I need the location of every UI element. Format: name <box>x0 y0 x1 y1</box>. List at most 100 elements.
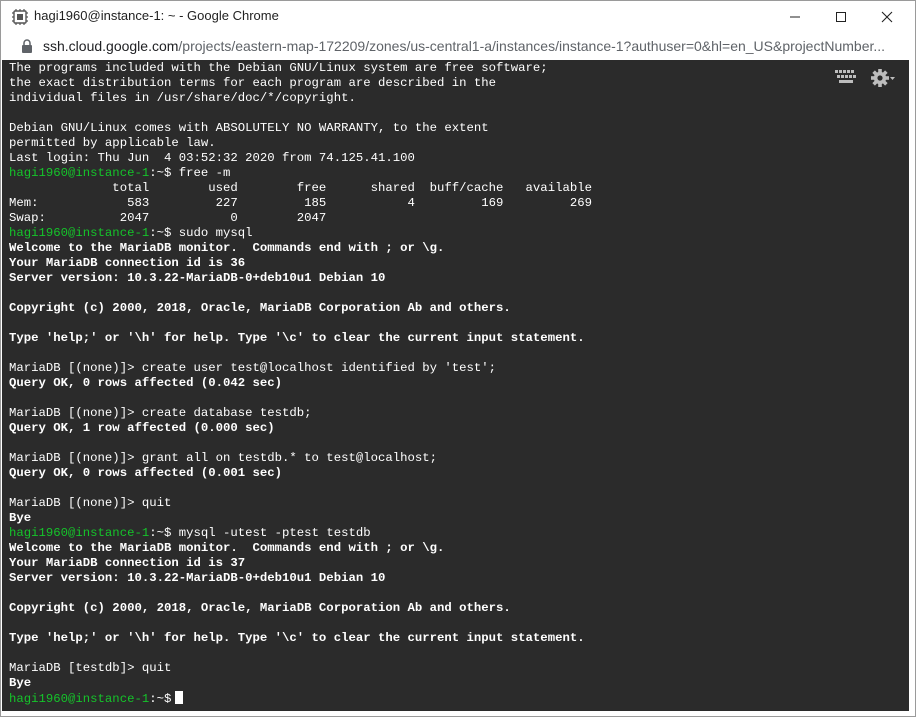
terminal-line-text: the exact distribution terms for each pr… <box>9 76 497 90</box>
terminal-line: hagi1960@instance-1:~$ mysql -utest -pte… <box>9 526 592 541</box>
terminal-line: Type 'help;' or '\h' for help. Type '\c'… <box>9 331 592 346</box>
terminal-line-text: Bye <box>9 511 32 525</box>
maximize-button[interactable] <box>818 1 864 32</box>
terminal-line: Server version: 10.3.22-MariaDB-0+deb10u… <box>9 271 592 286</box>
terminal-line-text: Your MariaDB connection id is 37 <box>9 556 246 570</box>
gear-icon[interactable] <box>871 68 895 88</box>
terminal-line: the exact distribution terms for each pr… <box>9 76 592 91</box>
terminal-line-text: MariaDB [testdb]> quit <box>9 661 172 675</box>
terminal-line: total used free shared buff/cache availa… <box>9 181 592 196</box>
terminal-cursor <box>175 691 184 704</box>
terminal-line-text: Last login: Thu Jun 4 03:52:32 2020 from… <box>9 151 415 165</box>
terminal-line-text: Server version: 10.3.22-MariaDB-0+deb10u… <box>9 571 386 585</box>
terminal-line: Bye <box>9 676 592 691</box>
terminal-line-text: :~$ free -m <box>149 166 231 180</box>
terminal-line: Last login: Thu Jun 4 03:52:32 2020 from… <box>9 151 592 166</box>
terminal-line: Copyright (c) 2000, 2018, Oracle, MariaD… <box>9 301 592 316</box>
terminal-line-text: Type 'help;' or '\h' for help. Type '\c'… <box>9 331 585 345</box>
terminal-line: Your MariaDB connection id is 37 <box>9 556 592 571</box>
terminal-line: Welcome to the MariaDB monitor. Commands… <box>9 241 592 256</box>
ssh-terminal-icon[interactable] <box>12 9 28 25</box>
window-title: hagi1960@instance-1: ~ - Google Chrome <box>34 8 279 23</box>
terminal-line-text: MariaDB [(none)]> create database testdb… <box>9 406 312 420</box>
terminal-line: MariaDB [(none)]> create database testdb… <box>9 406 592 421</box>
url-text[interactable]: ssh.cloud.google.com/projects/eastern-ma… <box>43 38 903 54</box>
terminal-line: MariaDB [(none)]> grant all on testdb.* … <box>9 451 592 466</box>
terminal-line-text: Copyright (c) 2000, 2018, Oracle, MariaD… <box>9 601 511 615</box>
terminal-line-text: :~$ <box>149 692 172 706</box>
terminal-line-text: individual files in /usr/share/doc/*/cop… <box>9 91 356 105</box>
terminal-line-text: :~$ mysql -utest -ptest testdb <box>149 526 371 540</box>
terminal-line-text: Copyright (c) 2000, 2018, Oracle, MariaD… <box>9 301 511 315</box>
terminal-line-text: Query OK, 0 rows affected (0.042 sec) <box>9 376 283 390</box>
lock-icon[interactable] <box>21 39 33 53</box>
terminal-line: permitted by applicable law. <box>9 136 592 151</box>
terminal-line-text: Bye <box>9 676 32 690</box>
shell-prompt: hagi1960@instance-1 <box>9 226 150 240</box>
terminal-line-text: MariaDB [(none)]> create user test@local… <box>9 361 497 375</box>
terminal-line: Mem: 583 227 185 4 169 269 <box>9 196 592 211</box>
close-button[interactable] <box>864 1 910 32</box>
terminal-line-text: Query OK, 0 rows affected (0.001 sec) <box>9 466 283 480</box>
terminal-line: hagi1960@instance-1:~$ free -m <box>9 166 592 181</box>
close-icon <box>881 11 893 22</box>
terminal-line: Swap: 2047 0 2047 <box>9 211 592 226</box>
terminal-line: Welcome to the MariaDB monitor. Commands… <box>9 541 592 556</box>
terminal-output: The programs included with the Debian GN… <box>9 61 592 706</box>
terminal-line-text: Swap: 2047 0 2047 <box>9 211 327 225</box>
terminal-line: Query OK, 1 row affected (0.000 sec) <box>9 421 592 436</box>
terminal-line-text: Query OK, 1 row affected (0.000 sec) <box>9 421 275 435</box>
terminal-line: Your MariaDB connection id is 36 <box>9 256 592 271</box>
url-path: /projects/eastern-map-172209/zones/us-ce… <box>178 38 886 54</box>
terminal-line-text: Your MariaDB connection id is 36 <box>9 256 246 270</box>
terminal-line: Type 'help;' or '\h' for help. Type '\c'… <box>9 631 592 646</box>
terminal-line-text: :~$ sudo mysql <box>149 226 253 240</box>
maximize-icon <box>836 11 846 22</box>
terminal-line-text: total used free shared buff/cache availa… <box>9 181 592 195</box>
address-bar[interactable]: ssh.cloud.google.com/projects/eastern-ma… <box>1 32 915 60</box>
shell-prompt: hagi1960@instance-1 <box>9 692 150 706</box>
terminal-line-text: MariaDB [(none)]> grant all on testdb.* … <box>9 451 438 465</box>
terminal-line: The programs included with the Debian GN… <box>9 61 592 76</box>
terminal-line-text: Server version: 10.3.22-MariaDB-0+deb10u… <box>9 271 386 285</box>
terminal-line-text: The programs included with the Debian GN… <box>9 61 548 75</box>
terminal-area[interactable]: The programs included with the Debian GN… <box>2 60 909 711</box>
terminal-line: MariaDB [testdb]> quit <box>9 661 592 676</box>
minimize-icon <box>790 16 800 17</box>
browser-window: hagi1960@instance-1: ~ - Google Chrome s… <box>0 0 916 717</box>
terminal-line: Server version: 10.3.22-MariaDB-0+deb10u… <box>9 571 592 586</box>
url-host: ssh.cloud.google.com <box>43 38 179 54</box>
terminal-line: Query OK, 0 rows affected (0.001 sec) <box>9 466 592 481</box>
terminal-line: Query OK, 0 rows affected (0.042 sec) <box>9 376 592 391</box>
shell-prompt: hagi1960@instance-1 <box>9 526 150 540</box>
terminal-line: Debian GNU/Linux comes with ABSOLUTELY N… <box>9 121 592 136</box>
terminal-line-text: Type 'help;' or '\h' for help. Type '\c'… <box>9 631 585 645</box>
title-bar: hagi1960@instance-1: ~ - Google Chrome <box>1 1 915 32</box>
terminal-line-text: Welcome to the MariaDB monitor. Commands… <box>9 541 445 555</box>
terminal-line-text: MariaDB [(none)]> quit <box>9 496 172 510</box>
terminal-line-text: Debian GNU/Linux comes with ABSOLUTELY N… <box>9 121 489 135</box>
terminal-line: Bye <box>9 511 592 526</box>
terminal-line-text: permitted by applicable law. <box>9 136 216 150</box>
keyboard-icon[interactable] <box>835 70 857 84</box>
terminal-line-text: Mem: 583 227 185 4 169 269 <box>9 196 592 210</box>
terminal-line: MariaDB [(none)]> quit <box>9 496 592 511</box>
terminal-line: Copyright (c) 2000, 2018, Oracle, MariaD… <box>9 601 592 616</box>
terminal-line: individual files in /usr/share/doc/*/cop… <box>9 91 592 106</box>
terminal-line: hagi1960@instance-1:~$ <box>9 691 592 706</box>
minimize-button[interactable] <box>772 1 818 32</box>
shell-prompt: hagi1960@instance-1 <box>9 166 150 180</box>
terminal-line-text: Welcome to the MariaDB monitor. Commands… <box>9 241 445 255</box>
terminal-line: hagi1960@instance-1:~$ sudo mysql <box>9 226 592 241</box>
terminal-line: MariaDB [(none)]> create user test@local… <box>9 361 592 376</box>
